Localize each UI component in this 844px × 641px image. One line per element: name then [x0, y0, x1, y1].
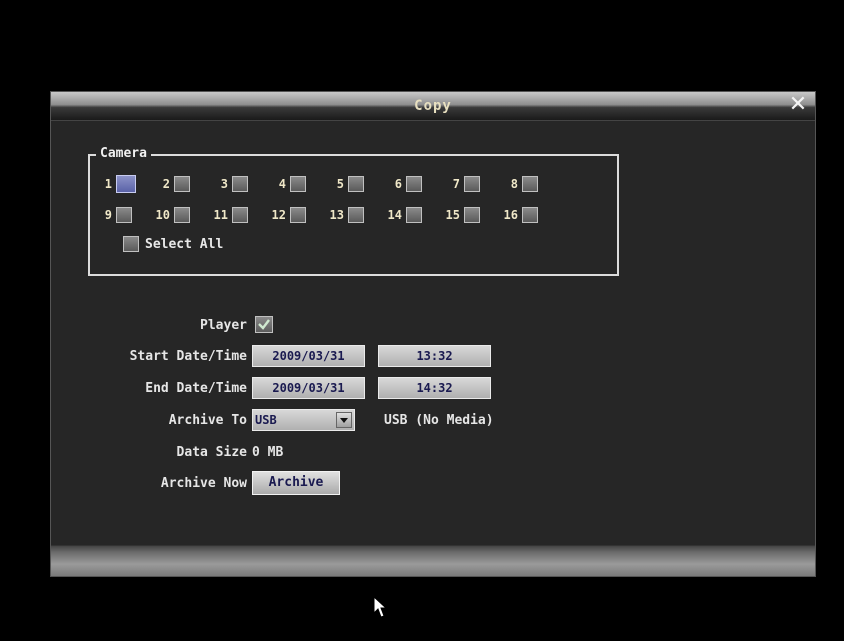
camera-channel-label: 13: [329, 208, 344, 222]
camera-channel-15[interactable]: 15: [438, 205, 480, 225]
camera-channel-2[interactable]: 2: [148, 174, 190, 194]
close-icon[interactable]: ✕: [787, 93, 809, 117]
camera-channel-3[interactable]: 3: [206, 174, 248, 194]
camera-channel-label: 10: [155, 208, 170, 222]
camera-channel-checkbox[interactable]: [290, 176, 306, 192]
dialog-bottom-bar: [51, 545, 815, 576]
camera-channel-5[interactable]: 5: [322, 174, 364, 194]
camera-channel-checkbox[interactable]: [522, 176, 538, 192]
data-size-label: Data Size: [176, 444, 247, 460]
player-label: Player: [200, 317, 247, 333]
camera-channel-checkbox[interactable]: [290, 207, 306, 223]
end-time-field[interactable]: 14:32: [378, 377, 491, 399]
camera-channel-label: 1: [104, 177, 112, 191]
camera-channel-label: 15: [445, 208, 460, 222]
camera-channel-checkbox[interactable]: [348, 176, 364, 192]
camera-channel-checkbox[interactable]: [522, 207, 538, 223]
camera-channel-checkbox[interactable]: [406, 176, 422, 192]
select-all-checkbox[interactable]: [123, 236, 139, 252]
camera-channel-checkbox[interactable]: [348, 207, 364, 223]
camera-channel-8[interactable]: 8: [496, 174, 538, 194]
dialog-title: Copy: [414, 98, 452, 114]
end-date-field[interactable]: 2009/03/31: [252, 377, 365, 399]
camera-channel-label: 4: [278, 177, 286, 191]
camera-channel-label: 8: [510, 177, 518, 191]
camera-group-legend: Camera: [96, 146, 151, 161]
camera-channel-label: 2: [162, 177, 170, 191]
camera-channel-label: 16: [503, 208, 518, 222]
archive-to-select[interactable]: USB: [252, 409, 355, 431]
camera-channel-9[interactable]: 9: [90, 205, 132, 225]
camera-channel-1[interactable]: 1: [90, 174, 136, 194]
camera-channel-checkbox[interactable]: [464, 176, 480, 192]
camera-channel-checkbox[interactable]: [232, 176, 248, 192]
camera-channel-6[interactable]: 6: [380, 174, 422, 194]
camera-channel-label: 9: [104, 208, 112, 222]
data-size-value: 0 MB: [252, 444, 284, 460]
start-datetime-label: Start Date/Time: [129, 348, 247, 364]
player-checkbox[interactable]: [255, 316, 273, 333]
camera-channel-checkbox[interactable]: [116, 207, 132, 223]
checkmark-icon: [258, 319, 270, 330]
dialog-titlebar: Copy ✕: [51, 92, 815, 121]
start-date-field[interactable]: 2009/03/31: [252, 345, 365, 367]
camera-channel-checkbox[interactable]: [116, 175, 136, 193]
camera-channel-13[interactable]: 13: [322, 205, 364, 225]
archive-now-row: Archive Now Archive: [51, 471, 815, 495]
start-time-field[interactable]: 13:32: [378, 345, 491, 367]
data-size-row: Data Size 0 MB: [51, 441, 815, 463]
camera-channel-label: 5: [336, 177, 344, 191]
end-datetime-label: End Date/Time: [145, 380, 247, 396]
camera-channel-label: 11: [213, 208, 228, 222]
camera-channel-14[interactable]: 14: [380, 205, 422, 225]
archive-to-value: USB: [255, 413, 277, 427]
select-all-toggle[interactable]: Select All: [123, 236, 223, 252]
start-datetime-row: Start Date/Time 2009/03/31 13:32: [51, 345, 815, 367]
camera-channel-label: 3: [220, 177, 228, 191]
camera-channel-checkbox[interactable]: [464, 207, 480, 223]
mouse-pointer-icon: [373, 596, 388, 618]
camera-channel-label: 7: [452, 177, 460, 191]
camera-channel-label: 6: [394, 177, 402, 191]
copy-dialog: Copy ✕ Camera 1 2 3 4 5 6 7 8 9 10 11 12…: [50, 91, 816, 577]
camera-channel-12[interactable]: 12: [264, 205, 306, 225]
camera-group: Camera 1 2 3 4 5 6 7 8 9 10 11 12 13 14 …: [88, 146, 619, 276]
archive-button[interactable]: Archive: [252, 471, 340, 495]
camera-channel-16[interactable]: 16: [496, 205, 538, 225]
camera-channel-11[interactable]: 11: [206, 205, 248, 225]
camera-channel-10[interactable]: 10: [148, 205, 190, 225]
chevron-down-icon[interactable]: [336, 412, 352, 428]
archive-to-label: Archive To: [168, 412, 247, 428]
select-all-label: Select All: [145, 236, 224, 252]
camera-channel-label: 12: [271, 208, 286, 222]
archive-to-row: Archive To USB USB (No Media): [51, 409, 815, 431]
archive-media-status: USB (No Media): [384, 412, 494, 428]
player-row: Player: [51, 314, 815, 336]
camera-channel-checkbox[interactable]: [174, 207, 190, 223]
camera-channel-label: 14: [387, 208, 402, 222]
camera-channel-7[interactable]: 7: [438, 174, 480, 194]
camera-channel-checkbox[interactable]: [406, 207, 422, 223]
camera-channel-checkbox[interactable]: [174, 176, 190, 192]
archive-now-label: Archive Now: [160, 475, 247, 491]
camera-channel-4[interactable]: 4: [264, 174, 306, 194]
end-datetime-row: End Date/Time 2009/03/31 14:32: [51, 377, 815, 399]
camera-channel-checkbox[interactable]: [232, 207, 248, 223]
